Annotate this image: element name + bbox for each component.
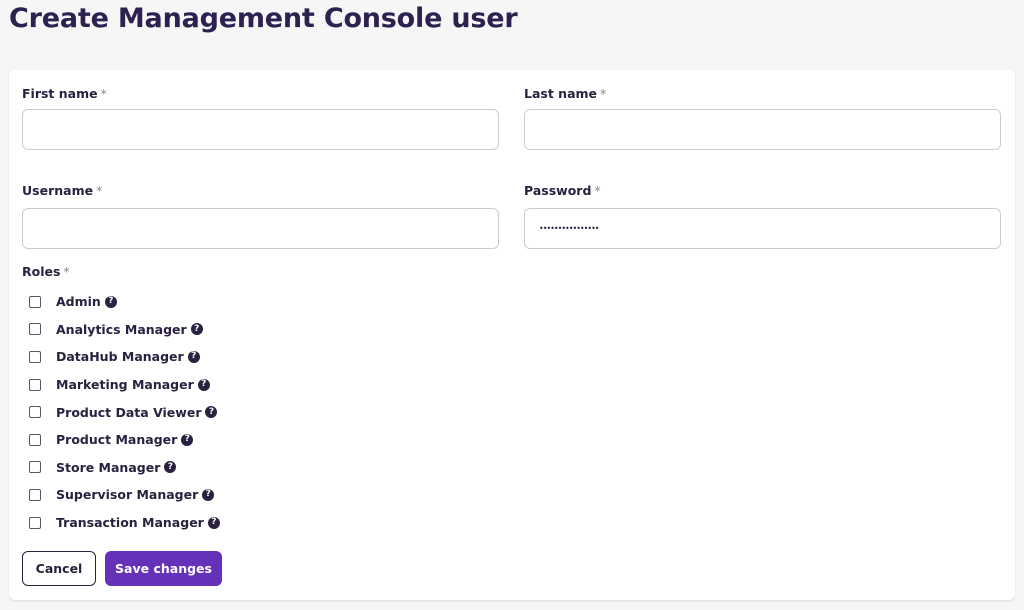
last-name-input[interactable] bbox=[524, 109, 1001, 150]
question-circle-icon[interactable]: ? bbox=[197, 378, 210, 391]
cancel-button[interactable]: Cancel bbox=[22, 551, 96, 586]
question-circle-icon[interactable]: ? bbox=[164, 461, 177, 474]
role-checkbox[interactable] bbox=[29, 516, 41, 529]
question-circle-icon[interactable]: ? bbox=[104, 295, 117, 308]
role-label: Store Manager bbox=[56, 459, 161, 475]
role-checkbox[interactable] bbox=[29, 295, 41, 308]
role-label: Analytics Manager bbox=[56, 321, 187, 337]
role-label: Product Manager bbox=[56, 432, 178, 448]
role-option[interactable]: Marketing Manager? bbox=[29, 371, 220, 399]
role-label: Supervisor Manager bbox=[56, 487, 199, 503]
role-checkbox[interactable] bbox=[29, 488, 41, 501]
question-circle-icon[interactable]: ? bbox=[190, 323, 203, 336]
username-input[interactable] bbox=[22, 208, 499, 249]
role-label: DataHub Manager bbox=[56, 349, 184, 365]
role-label: Product Data Viewer bbox=[56, 404, 202, 420]
role-checkbox[interactable] bbox=[29, 406, 41, 419]
form-card: First name * Last name * Username * Passwor… bbox=[9, 70, 1015, 600]
password-input[interactable] bbox=[524, 208, 1001, 249]
save-changes-button[interactable]: Save changes bbox=[105, 551, 222, 586]
role-option[interactable]: DataHub Manager? bbox=[29, 343, 220, 371]
role-option[interactable]: Transaction Manager? bbox=[29, 509, 220, 537]
question-circle-icon[interactable]: ? bbox=[181, 433, 194, 446]
page-title: Create Management Console user bbox=[9, 3, 518, 34]
role-checkbox[interactable] bbox=[29, 378, 41, 391]
role-option[interactable]: Supervisor Manager? bbox=[29, 481, 220, 509]
role-option[interactable]: Product Manager? bbox=[29, 426, 220, 454]
roles-label: Roles * bbox=[22, 264, 70, 279]
role-checkbox[interactable] bbox=[29, 323, 41, 336]
role-option[interactable]: Admin? bbox=[29, 288, 220, 316]
question-circle-icon[interactable]: ? bbox=[205, 406, 218, 419]
first-name-input[interactable] bbox=[22, 109, 499, 150]
role-label: Marketing Manager bbox=[56, 377, 194, 393]
role-label: Transaction Manager bbox=[56, 515, 204, 531]
role-option[interactable]: Analytics Manager? bbox=[29, 316, 220, 344]
last-name-label: Last name * bbox=[524, 86, 607, 101]
password-label: Password * bbox=[524, 183, 601, 198]
question-circle-icon[interactable]: ? bbox=[202, 488, 215, 501]
roles-list: Admin? Analytics Manager? DataHub Manager?… bbox=[29, 288, 220, 536]
role-option[interactable]: Product Data Viewer? bbox=[29, 398, 220, 426]
first-name-label: First name * bbox=[22, 86, 107, 101]
role-checkbox[interactable] bbox=[29, 433, 41, 446]
username-label: Username * bbox=[22, 183, 103, 198]
question-circle-icon[interactable]: ? bbox=[187, 350, 200, 363]
role-label: Admin bbox=[56, 294, 101, 310]
role-checkbox[interactable] bbox=[29, 350, 41, 363]
question-circle-icon[interactable]: ? bbox=[207, 516, 220, 529]
role-option[interactable]: Store Manager? bbox=[29, 454, 220, 482]
role-checkbox[interactable] bbox=[29, 461, 41, 474]
